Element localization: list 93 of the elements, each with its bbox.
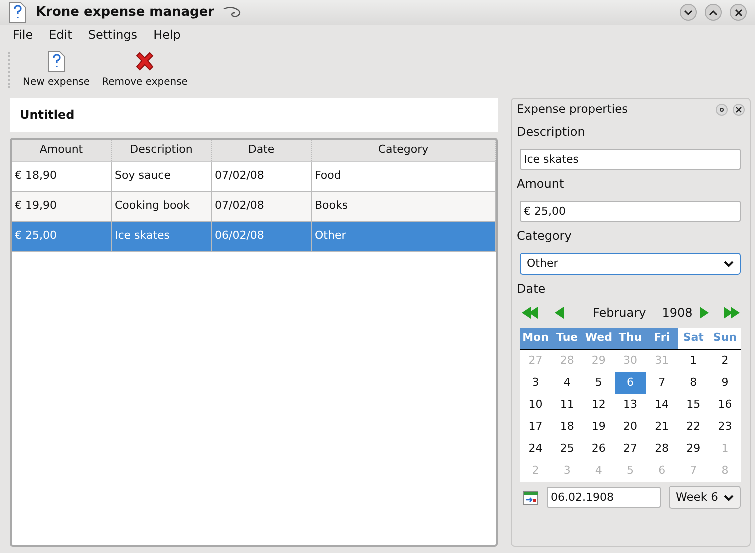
date-field[interactable]: 06.02.1908	[547, 487, 661, 508]
weekday-header: Fri	[646, 328, 678, 349]
column-header[interactable]: Category	[312, 140, 496, 161]
table-cell: € 25,00	[12, 222, 112, 251]
calendar-day[interactable]: 7	[646, 372, 678, 394]
menu-item[interactable]: Edit	[42, 26, 80, 44]
cross-icon	[134, 50, 156, 72]
table-cell: € 19,90	[12, 192, 112, 221]
toolbar-button[interactable]: Remove expense	[97, 50, 193, 90]
calendar-icon[interactable]	[523, 490, 539, 506]
table-cell: 07/02/08	[212, 192, 312, 221]
description-field[interactable]: Ice skates	[520, 149, 741, 170]
field-label: Description	[517, 124, 586, 141]
year-button[interactable]: 1908	[662, 304, 693, 322]
field-label: Category	[517, 228, 573, 245]
chevron-down-icon	[684, 10, 693, 16]
menu-item[interactable]: File	[6, 26, 40, 44]
document-title: Untitled	[20, 107, 75, 124]
table-cell: Soy sauce	[112, 162, 212, 191]
calendar-day[interactable]: 14	[646, 394, 678, 416]
calendar-day[interactable]: 26	[583, 438, 615, 460]
calendar-day[interactable]: 12	[583, 394, 615, 416]
chevron-icon	[724, 260, 734, 268]
toolbar-button[interactable]: New expense	[18, 50, 96, 90]
close-icon	[736, 107, 742, 113]
calendar-day[interactable]: 4	[552, 372, 584, 394]
calendar-day[interactable]: 15	[678, 394, 710, 416]
calendar-day[interactable]: 11	[552, 394, 584, 416]
calendar-day[interactable]: 18	[552, 416, 584, 438]
calendar-day[interactable]: 22	[678, 416, 710, 438]
weekday-header: Wed	[583, 328, 615, 349]
window-title: Krone expense manager	[36, 4, 215, 22]
calendar-day[interactable]: 20	[614, 416, 646, 438]
table-row[interactable]: € 25,00 Ice skates 06/02/08 Other	[12, 222, 496, 252]
calendar-day[interactable]: 17	[520, 416, 552, 438]
calendar-day[interactable]: 29	[678, 438, 710, 460]
calendar-day[interactable]: 5	[583, 372, 615, 394]
menu-item[interactable]: Help	[146, 26, 188, 44]
swirl-icon	[222, 6, 243, 20]
calendar-day[interactable]: 25	[552, 438, 584, 460]
calendar-day[interactable]: 13	[614, 394, 646, 416]
column-header[interactable]: Amount	[12, 140, 112, 161]
table-cell: 07/02/08	[212, 162, 312, 191]
menu-item[interactable]: Settings	[81, 26, 145, 44]
category-dropdown[interactable]: Other	[520, 253, 741, 275]
previous-year-icon[interactable]	[521, 306, 539, 320]
field-label: Date	[517, 281, 547, 298]
table-cell: Cooking book	[112, 192, 212, 221]
calendar-day[interactable]: 21	[646, 416, 678, 438]
table-row[interactable]: € 19,90 Cooking book 07/02/08 Books	[12, 192, 496, 222]
column-header[interactable]: Description	[112, 140, 212, 161]
weekday-header: Tue	[552, 328, 584, 349]
calendar-day[interactable]: 19	[583, 416, 615, 438]
table-cell: Food	[312, 162, 496, 191]
calendar-day[interactable]: 1	[678, 350, 710, 372]
calendar-day[interactable]: 3	[520, 372, 552, 394]
calendar-day[interactable]: 2	[709, 350, 741, 372]
weekday-header: Thu	[614, 328, 646, 349]
calendar-day[interactable]: 8	[678, 372, 710, 394]
calendar-day[interactable]: 27	[614, 438, 646, 460]
minimize-button[interactable]	[680, 4, 697, 21]
amount-field[interactable]: € 25,00	[520, 201, 741, 222]
column-header[interactable]: Date	[212, 140, 312, 161]
weekday-header: Mon	[520, 328, 552, 349]
new-document-icon	[46, 50, 67, 72]
chevron-icon	[724, 494, 734, 502]
float-button[interactable]	[716, 104, 728, 116]
close-icon	[734, 8, 742, 16]
previous-month-icon[interactable]	[553, 306, 565, 320]
calendar-day[interactable]: 28	[646, 438, 678, 460]
close-button[interactable]	[733, 104, 745, 116]
next-year-icon[interactable]	[723, 306, 741, 320]
maximize-button[interactable]	[705, 4, 722, 21]
calendar-day[interactable]: 23	[709, 416, 741, 438]
calendar-day[interactable]: 9	[709, 372, 741, 394]
calendar-day[interactable]: 24	[520, 438, 552, 460]
document-icon	[8, 2, 28, 24]
chevron-up-icon	[709, 10, 718, 16]
table-cell: Ice skates	[112, 222, 212, 251]
calendar-day[interactable]: 6	[614, 372, 646, 394]
table-cell: € 18,90	[12, 162, 112, 191]
month-button[interactable]: February	[593, 304, 646, 322]
panel-title: Expense properties	[517, 101, 630, 118]
table-row[interactable]: € 18,90 Soy sauce 07/02/08 Food	[12, 162, 496, 192]
next-month-icon[interactable]	[699, 306, 711, 320]
close-button[interactable]	[730, 4, 747, 21]
field-label: Amount	[517, 176, 566, 193]
table-cell: Books	[312, 192, 496, 221]
calendar-day[interactable]: 16	[709, 394, 741, 416]
table-cell: 06/02/08	[212, 222, 312, 251]
week-dropdown[interactable]: Week 6	[669, 486, 741, 509]
table-cell: Other	[312, 222, 496, 251]
calendar-day[interactable]: 10	[520, 394, 552, 416]
